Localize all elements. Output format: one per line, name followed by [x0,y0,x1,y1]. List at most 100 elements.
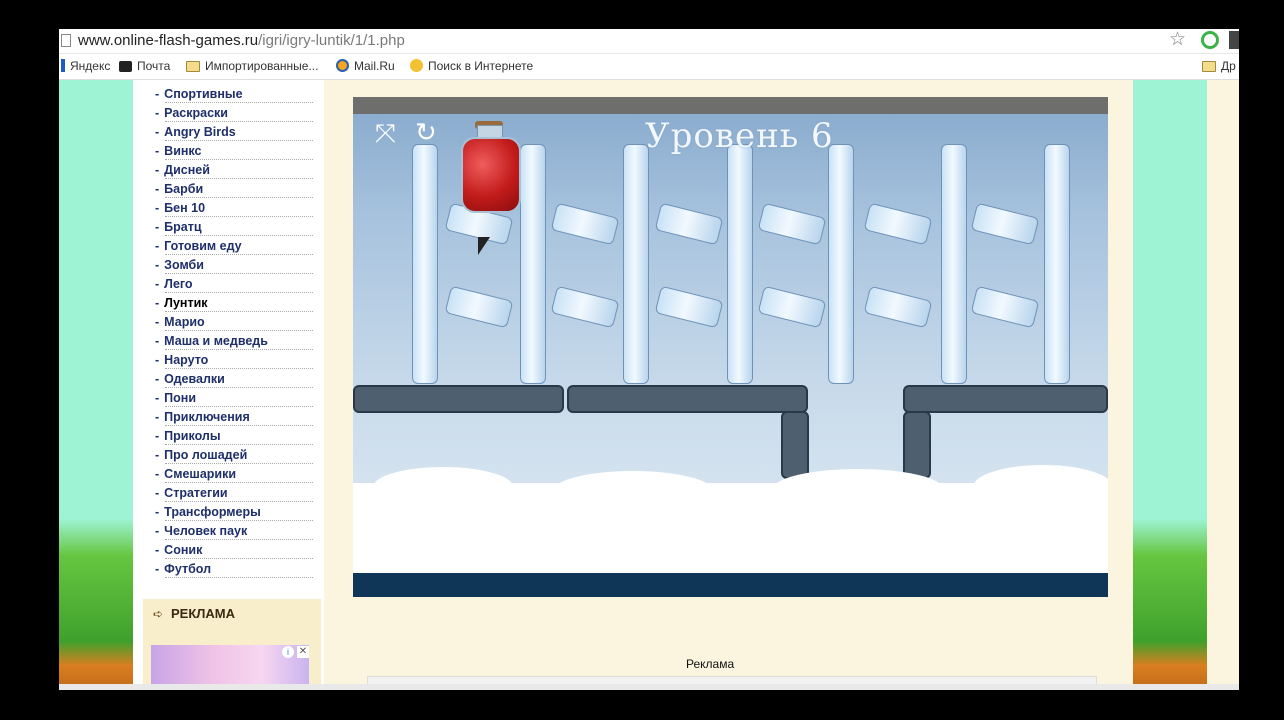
jar-body [461,137,521,213]
stone-platform [903,385,1108,413]
category-label: Лего [164,277,193,291]
grass-decoration-right [1133,80,1207,690]
sidebar-category-link[interactable]: - Винкс [155,142,313,161]
list-dash: - [155,163,160,177]
ice-block[interactable] [863,285,933,329]
extension-icon[interactable] [1201,31,1219,49]
bookmark-mail[interactable]: Почта [119,59,170,74]
ice-pillar [828,144,854,384]
sidebar-category-link[interactable]: - Angry Birds [155,123,313,142]
sidebar-category-link[interactable]: - Трансформеры [155,503,313,522]
list-dash: - [155,486,160,500]
sidebar-category-link[interactable]: - Наруто [155,351,313,370]
dotted-divider [165,558,313,559]
sidebar-category-link[interactable]: - Маша и медведь [155,332,313,351]
ice-block[interactable] [970,202,1040,246]
ice-block[interactable] [550,285,620,329]
sidebar-category-link[interactable]: - Пони [155,389,313,408]
sidebar-category-link[interactable]: - Соник [155,541,313,560]
ice-pillar [1044,144,1070,384]
category-label: Лунтик [164,296,208,310]
menu-icon[interactable] [1229,31,1239,49]
ice-pillar [941,144,967,384]
category-label: Раскраски [164,106,228,120]
ice-block[interactable] [444,285,514,329]
sidebar-category-link[interactable]: - Марио [155,313,313,332]
stone-platform [353,385,564,413]
bookmark-mailru[interactable]: Mail.Ru [336,59,395,74]
list-dash: - [155,201,160,215]
sidebar-category-link[interactable]: - Одевалки [155,370,313,389]
url-text[interactable]: www.online-flash-games.ru/igri/igry-lunt… [78,31,405,51]
search-key-icon [410,59,423,72]
bookmark-label: Почта [137,59,171,73]
ad-label: Реклама [686,657,735,671]
list-dash: - [155,334,160,348]
sidebar-category-link[interactable]: - Приключения [155,408,313,427]
category-label: Человек паук [164,524,248,538]
sidebar-category-link[interactable]: - Дисней [155,161,313,180]
category-label: Готовим еду [164,239,242,253]
snow-hill [553,471,713,511]
game-bottom-bar [353,573,1108,597]
dotted-divider [165,463,313,464]
category-label: Спортивные [164,87,243,101]
list-dash: - [155,106,160,120]
category-label: Стратегии [164,486,228,500]
mouse-cursor [478,237,490,255]
bookmark-label: Др [1221,59,1236,73]
ice-block[interactable] [970,285,1040,329]
bookmark-search[interactable]: Поиск в Интернете [410,59,533,74]
ice-block[interactable] [757,285,827,329]
address-bar[interactable]: www.online-flash-games.ru/igri/igry-lunt… [59,29,1239,54]
close-icon[interactable]: ✕ [297,646,309,658]
dotted-divider [165,539,313,540]
ice-block[interactable] [550,202,620,246]
category-label: Angry Birds [164,125,236,139]
dotted-divider [165,216,313,217]
category-label: Пони [164,391,197,405]
sidebar-category-link[interactable]: - Зомби [155,256,313,275]
ice-pillar [727,144,753,384]
game-canvas[interactable]: ⤧ ↻ Уровень 6 [353,97,1108,597]
ice-block[interactable] [654,202,724,246]
ice-block[interactable] [654,285,724,329]
sidebar-category-link[interactable]: - Человек паук [155,522,313,541]
bookmark-other[interactable]: Др [1202,59,1236,74]
restart-icon[interactable]: ↻ [415,119,437,145]
sidebar-category-link[interactable]: - Барби [155,180,313,199]
sidebar-category-link[interactable]: - Лего [155,275,313,294]
list-dash: - [155,353,160,367]
bookmark-imported[interactable]: Импортированные... [186,59,318,74]
category-label: Винкс [164,144,202,158]
star-icon[interactable]: ☆ [1169,29,1186,51]
sidebar-category-link[interactable]: - Про лошадей [155,446,313,465]
bookmark-yandex[interactable]: Яндекс [61,59,110,74]
sidebar-category-link[interactable]: - Стратегии [155,484,313,503]
sidebar-category-link[interactable]: - Футбол [155,560,313,579]
sidebar-category-link[interactable]: - Раскраски [155,104,313,123]
list-dash: - [155,372,160,386]
category-label: Про лошадей [164,448,248,462]
jam-jar[interactable] [459,121,521,213]
sidebar-category-link[interactable]: - Лунтик [155,294,313,313]
ice-block[interactable] [757,202,827,246]
sidebar-category-link[interactable]: - Готовим еду [155,237,313,256]
bookmark-label: Яндекс [70,59,111,73]
info-icon[interactable]: i [282,646,294,658]
list-dash: - [155,410,160,424]
category-label: Бен 10 [164,201,206,215]
bookmark-label: Импортированные... [205,59,319,73]
sidebar-category-link[interactable]: - Приколы [155,427,313,446]
sidebar-category-link[interactable]: - Смешарики [155,465,313,484]
sidebar-category-link[interactable]: - Братц [155,218,313,237]
bookmarks-bar: Яндекс Почта Импортированные... Mail.Ru … [59,54,1239,80]
fullscreen-icon[interactable]: ⤧ [375,120,396,146]
category-label: Марио [164,315,205,329]
sidebar-category-link[interactable]: - Бен 10 [155,199,313,218]
category-label: Соник [164,543,203,557]
ice-block[interactable] [863,202,933,246]
dotted-divider [165,349,313,350]
sidebar-category-link[interactable]: - Спортивные [155,85,313,104]
url-host: www.online-flash-games.ru [78,32,259,49]
